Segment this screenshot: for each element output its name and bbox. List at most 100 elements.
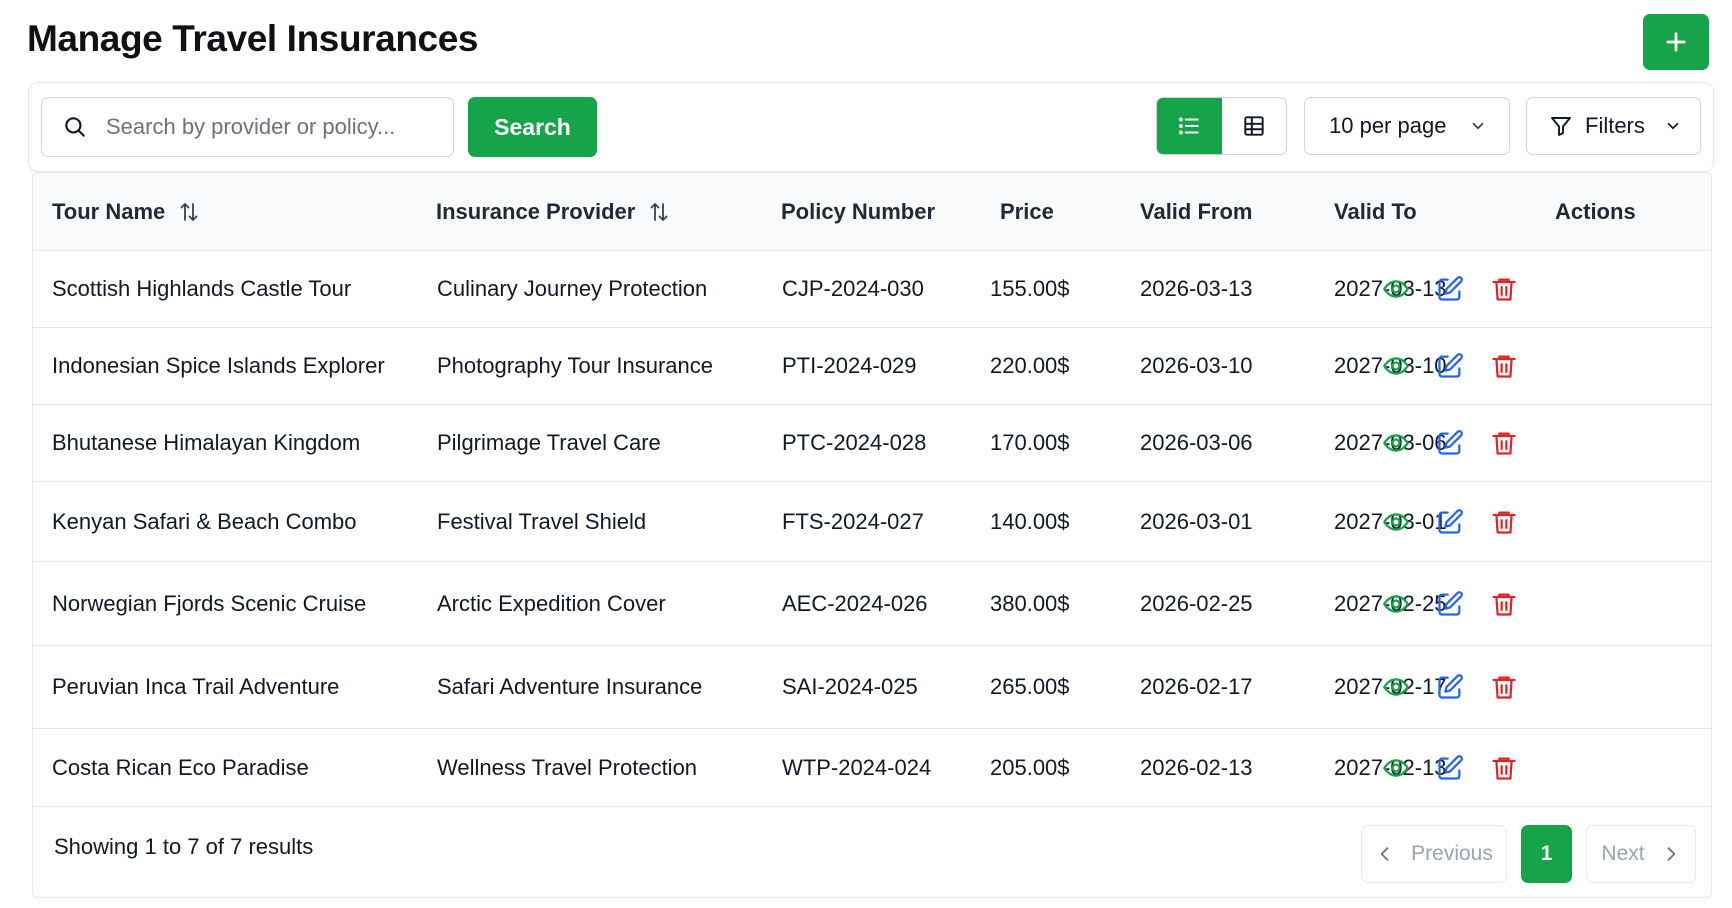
list-view-button[interactable] (1157, 98, 1222, 154)
delete-button[interactable] (1488, 752, 1520, 784)
insurance-table: Tour Name Insurance Provider Policy Numb… (32, 172, 1712, 898)
cell-price: 380.00$ (990, 590, 1070, 616)
edit-button[interactable] (1434, 506, 1466, 538)
cell-insurance-provider: Culinary Journey Protection (437, 276, 708, 301)
cell-insurance-provider: Safari Adventure Insurance (437, 674, 703, 699)
cell-insurance-provider: Pilgrimage Travel Care (437, 430, 661, 455)
edit-icon (1438, 754, 1463, 780)
edit-button[interactable] (1434, 588, 1466, 620)
edit-button[interactable] (1434, 273, 1466, 305)
page-1-button[interactable]: 1 (1521, 825, 1572, 883)
add-insurance-button[interactable] (1643, 14, 1709, 70)
trash-icon (1492, 355, 1516, 378)
eye-icon (1383, 678, 1409, 696)
cell-valid-from: 2026-03-10 (1140, 353, 1253, 378)
delete-button[interactable] (1488, 427, 1520, 459)
column-header-valid-from: Valid From (1140, 199, 1253, 224)
cell-price: 155.00$ (990, 276, 1070, 301)
previous-label: Previous (1411, 842, 1493, 865)
cell-tour-name: Scottish Highlands Castle Tour (52, 276, 352, 301)
column-header-policy-number: Policy Number (781, 199, 936, 224)
cell-tour-name: Peruvian Inca Trail Adventure (52, 674, 340, 699)
column-header-actions: Actions (1555, 199, 1636, 224)
cell-valid-from: 2026-03-13 (1140, 276, 1253, 301)
search-input[interactable] (106, 114, 406, 140)
view-button[interactable] (1380, 671, 1412, 703)
list-icon (1179, 117, 1199, 135)
next-page-button[interactable]: Next (1586, 825, 1696, 883)
delete-button[interactable] (1488, 506, 1520, 538)
cell-tour-name: Norwegian Fjords Scenic Cruise (52, 590, 367, 616)
edit-icon (1438, 430, 1463, 455)
cell-insurance-provider: Photography Tour Insurance (437, 353, 713, 378)
edit-button[interactable] (1434, 350, 1466, 382)
sort-icon (650, 203, 668, 221)
view-toggle (1156, 97, 1287, 155)
delete-button[interactable] (1488, 671, 1520, 703)
delete-button[interactable] (1488, 588, 1520, 620)
eye-icon (1383, 280, 1409, 298)
cell-price: 170.00$ (990, 430, 1070, 455)
filters-button[interactable]: Filters (1526, 97, 1701, 155)
cell-price: 140.00$ (990, 508, 1070, 534)
table-row: Norwegian Fjords Scenic Cruise Arctic Exp… (33, 562, 1711, 646)
edit-icon (1438, 276, 1463, 301)
row-actions (1380, 729, 1520, 806)
eye-icon (1383, 434, 1409, 452)
cell-price: 220.00$ (990, 353, 1070, 378)
plus-icon (1666, 32, 1686, 52)
cell-valid-from: 2026-03-06 (1140, 430, 1253, 455)
edit-button[interactable] (1434, 427, 1466, 459)
cell-insurance-provider: Wellness Travel Protection (437, 754, 698, 780)
edit-button[interactable] (1434, 752, 1466, 784)
search-button[interactable]: Search (468, 97, 597, 157)
per-page-select[interactable]: 10 per page (1304, 97, 1510, 155)
toolbar: Search 10 per page Filters (28, 82, 1714, 172)
view-button[interactable] (1380, 350, 1412, 382)
cell-tour-name: Kenyan Safari & Beach Combo (52, 508, 357, 534)
column-header-insurance-provider[interactable]: Insurance Provider (436, 173, 671, 251)
view-button[interactable] (1380, 427, 1412, 459)
table-row: Kenyan Safari & Beach Combo Festival Trav… (33, 482, 1711, 562)
row-actions (1380, 328, 1520, 404)
cell-tour-name: Bhutanese Himalayan Kingdom (52, 430, 361, 455)
sort-icon (180, 203, 198, 221)
cell-tour-name: Indonesian Spice Islands Explorer (52, 353, 385, 378)
eye-icon (1383, 512, 1409, 531)
eye-icon (1383, 594, 1409, 613)
cell-valid-from: 2026-02-17 (1140, 674, 1253, 699)
delete-button[interactable] (1488, 350, 1520, 382)
view-button[interactable] (1380, 752, 1412, 784)
eye-icon (1383, 357, 1409, 375)
cell-policy-number: WTP-2024-024 (782, 754, 932, 780)
cell-valid-from: 2026-03-01 (1140, 508, 1253, 534)
cell-policy-number: AEC-2024-026 (782, 590, 928, 616)
search-field[interactable] (41, 97, 454, 157)
view-button[interactable] (1380, 588, 1412, 620)
cell-price: 265.00$ (990, 674, 1070, 699)
table-row: Indonesian Spice Islands Explorer Photogr… (33, 328, 1711, 405)
grid-view-button[interactable] (1222, 98, 1287, 154)
cell-policy-number: FTS-2024-027 (782, 508, 924, 534)
chevron-left-icon (1380, 847, 1389, 861)
trash-icon (1492, 511, 1516, 534)
column-header-tour-name[interactable]: Tour Name (52, 173, 201, 251)
view-button[interactable] (1380, 506, 1412, 538)
row-actions (1380, 405, 1520, 481)
filters-label: Filters (1585, 113, 1645, 138)
per-page-value: 10 per page (1329, 113, 1447, 138)
column-header-price: Price (1000, 199, 1054, 224)
table-row: Bhutanese Himalayan Kingdom Pilgrimage Tr… (33, 405, 1711, 482)
eye-icon (1383, 758, 1409, 777)
cell-price: 205.00$ (990, 754, 1070, 780)
previous-page-button[interactable]: Previous (1361, 825, 1507, 883)
edit-button[interactable] (1434, 671, 1466, 703)
view-button[interactable] (1380, 273, 1412, 305)
row-actions (1380, 646, 1520, 728)
delete-button[interactable] (1488, 273, 1520, 305)
results-summary: Showing 1 to 7 of 7 results (54, 834, 314, 859)
table-header: Tour Name Insurance Provider Policy Numb… (33, 173, 1711, 251)
trash-icon (1492, 676, 1516, 699)
edit-icon (1438, 353, 1463, 378)
chevron-down-icon (1667, 122, 1679, 130)
